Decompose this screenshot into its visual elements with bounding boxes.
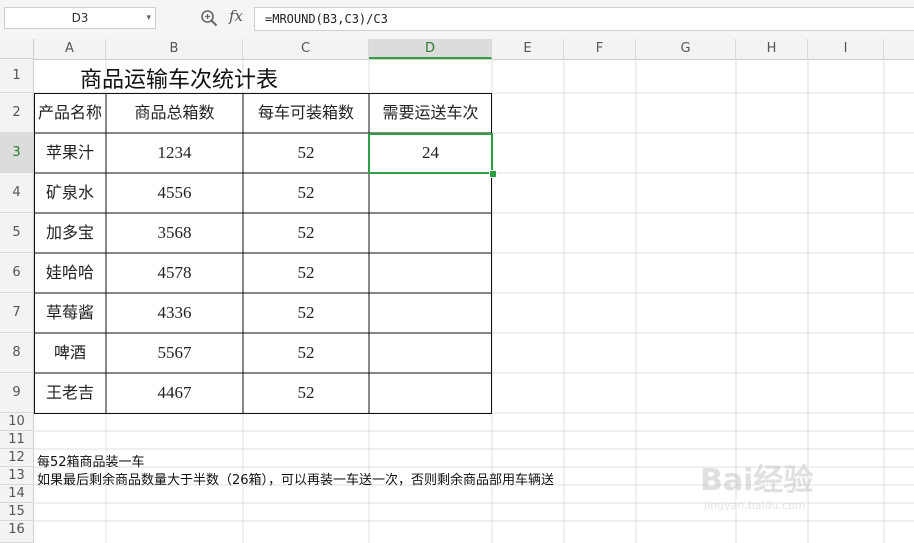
watermark-logo: Bai经验 xyxy=(700,463,814,498)
column-header-h[interactable]: H xyxy=(736,39,808,59)
row-header-10[interactable]: 10 xyxy=(0,413,34,431)
name-box[interactable]: D3 ▾ xyxy=(4,7,156,29)
row-header-16[interactable]: 16 xyxy=(0,521,34,543)
select-all-corner[interactable] xyxy=(0,39,34,59)
column-header-b[interactable]: B xyxy=(106,39,243,59)
cell-b6[interactable]: 4578 xyxy=(106,253,243,293)
column-header-e[interactable]: E xyxy=(492,39,564,59)
header-product-name[interactable]: 产品名称 xyxy=(34,93,106,133)
note-line-2[interactable]: 如果最后剩余商品数量大于半数（26箱），可以再装一车送一次，否则剩余商品部用车辆… xyxy=(37,469,554,488)
cell-b7[interactable]: 4336 xyxy=(106,293,243,333)
active-cell-border[interactable] xyxy=(368,133,493,174)
cell-b4[interactable]: 4556 xyxy=(106,173,243,213)
cell-a6[interactable]: 娃哈哈 xyxy=(34,253,106,293)
cell-c6[interactable]: 52 xyxy=(243,253,369,293)
header-per-truck[interactable]: 每车可装箱数 xyxy=(243,93,369,133)
cell-d4[interactable] xyxy=(369,173,492,213)
header-trips[interactable]: 需要运送车次 xyxy=(369,93,492,133)
row-header-4[interactable]: 4 xyxy=(0,173,34,213)
chevron-down-icon[interactable]: ▾ xyxy=(146,8,151,28)
row-header-5[interactable]: 5 xyxy=(0,213,34,253)
cell-a9[interactable]: 王老吉 xyxy=(34,373,106,413)
row-header-7[interactable]: 7 xyxy=(0,293,34,333)
cell-c8[interactable]: 52 xyxy=(243,333,369,373)
row-header-9[interactable]: 9 xyxy=(0,373,34,413)
cell-c4[interactable]: 52 xyxy=(243,173,369,213)
cell-c5[interactable]: 52 xyxy=(243,213,369,253)
fx-icon[interactable]: fx xyxy=(229,7,243,25)
row-header-3[interactable]: 3 xyxy=(0,133,34,173)
header-total-boxes[interactable]: 商品总箱数 xyxy=(106,93,243,133)
column-header-g[interactable]: G xyxy=(636,39,736,59)
fill-handle[interactable] xyxy=(489,170,497,178)
row-header-1[interactable]: 1 xyxy=(0,59,34,93)
column-header-a[interactable]: A xyxy=(34,39,106,59)
formula-bar: D3 ▾ fx =MROUND(B3,C3)/C3 xyxy=(0,0,914,40)
row-header-12[interactable]: 12 xyxy=(0,449,34,467)
name-box-value[interactable]: D3 xyxy=(5,8,155,28)
sheet-title[interactable]: 商品运输车次统计表 xyxy=(80,62,278,94)
row-header-2[interactable]: 2 xyxy=(0,93,34,133)
column-header-f[interactable]: F xyxy=(564,39,636,59)
cell-a3[interactable]: 苹果汁 xyxy=(34,133,106,173)
cell-a4[interactable]: 矿泉水 xyxy=(34,173,106,213)
row-header-8[interactable]: 8 xyxy=(0,333,34,373)
cell-a5[interactable]: 加多宝 xyxy=(34,213,106,253)
baidu-watermark: Bai经验 jingyan.baidu.com xyxy=(700,455,813,512)
cell-c7[interactable]: 52 xyxy=(243,293,369,333)
cell-d5[interactable] xyxy=(369,213,492,253)
cell-d8[interactable] xyxy=(369,333,492,373)
zoom-icon[interactable] xyxy=(200,9,218,27)
cell-d7[interactable] xyxy=(369,293,492,333)
row-header-15[interactable]: 15 xyxy=(0,503,34,521)
row-header-11[interactable]: 11 xyxy=(0,431,34,449)
cell-c3[interactable]: 52 xyxy=(243,133,369,173)
cell-a7[interactable]: 草莓酱 xyxy=(34,293,106,333)
note-line-1[interactable]: 每52箱商品装一车 xyxy=(37,451,145,470)
column-header-i[interactable]: I xyxy=(808,39,884,59)
cell-a8[interactable]: 啤酒 xyxy=(34,333,106,373)
cell-b9[interactable]: 4467 xyxy=(106,373,243,413)
column-header-bar: A B C D E F G H I xyxy=(0,39,914,60)
cell-b5[interactable]: 3568 xyxy=(106,213,243,253)
cell-d6[interactable] xyxy=(369,253,492,293)
cell-d9[interactable] xyxy=(369,373,492,413)
cell-b8[interactable]: 5567 xyxy=(106,333,243,373)
formula-input[interactable]: =MROUND(B3,C3)/C3 xyxy=(254,7,914,31)
column-header-c[interactable]: C xyxy=(243,39,369,59)
row-header-14[interactable]: 14 xyxy=(0,485,34,503)
row-header-13[interactable]: 13 xyxy=(0,467,34,485)
row-header-6[interactable]: 6 xyxy=(0,253,34,293)
watermark-url: jingyan.baidu.com xyxy=(704,499,806,512)
cell-c9[interactable]: 52 xyxy=(243,373,369,413)
cell-b3[interactable]: 1234 xyxy=(106,133,243,173)
column-header-d[interactable]: D xyxy=(369,39,492,59)
